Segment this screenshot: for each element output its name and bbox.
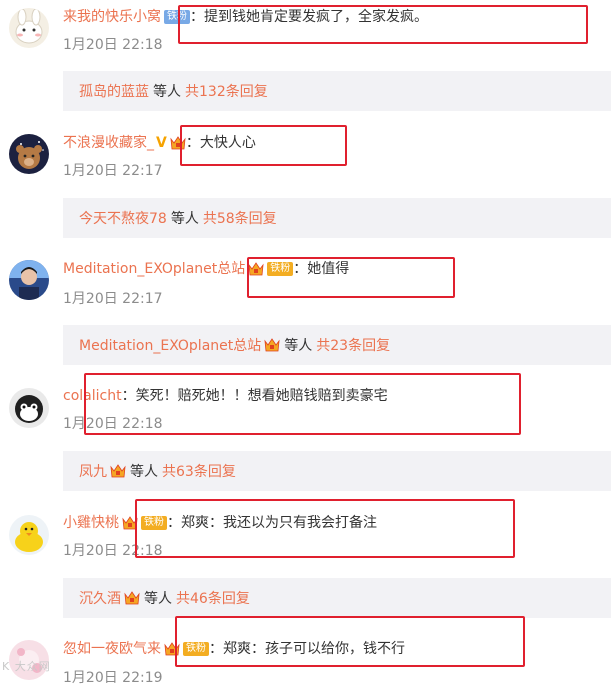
separator: ： xyxy=(185,135,200,151)
fan-badge[interactable]: 铁粉 xyxy=(164,10,190,24)
timestamp: 1月20日 22:19 xyxy=(63,670,163,686)
timestamp: 1月20日 22:17 xyxy=(63,163,163,179)
timestamp: 1月20日 22:17 xyxy=(63,291,163,307)
comment-text: 大快人心 xyxy=(199,135,256,151)
fan-badge[interactable]: 铁粉 xyxy=(183,642,209,656)
crown-medal-icon[interactable] xyxy=(122,515,138,531)
username[interactable]: 来我的快乐小窝 xyxy=(63,7,161,27)
comment-text: 她值得 xyxy=(307,261,350,277)
avatar[interactable] xyxy=(9,515,49,555)
username[interactable]: colalicht xyxy=(63,386,122,406)
crown-medal-icon[interactable] xyxy=(264,337,280,353)
crown-medal-icon[interactable] xyxy=(164,641,180,657)
watermark: K 大众网 xyxy=(2,660,51,673)
reply-user[interactable]: 沉久酒 xyxy=(79,588,121,608)
fan-badge[interactable]: 铁粉 xyxy=(267,262,294,276)
reply-user[interactable]: 今天不熬夜78 xyxy=(79,208,167,228)
reply-etc: 等人 xyxy=(284,338,313,354)
comment-text: 笑死！赔死她！！想看她赔钱赔到卖豪宅 xyxy=(135,388,388,404)
username[interactable]: 小雞快桃 xyxy=(63,513,119,533)
timestamp: 1月20日 22:18 xyxy=(63,37,163,53)
reply-etc: 等人 xyxy=(153,84,181,100)
reply-count-link[interactable]: 共23条回复 xyxy=(316,335,390,355)
vip-v-badge[interactable]: V xyxy=(156,133,167,153)
crown-medal-icon[interactable] xyxy=(110,463,126,479)
separator: ： xyxy=(167,515,181,531)
avatar[interactable] xyxy=(9,8,49,48)
separator: ： xyxy=(190,9,204,25)
comment-text: 郑爽：我还以为只有我会打备注 xyxy=(181,515,377,531)
reply-summary[interactable]: 孤岛的蓝蓝 等人 共132条回复 xyxy=(63,71,611,111)
crown-medal-icon[interactable] xyxy=(170,135,186,151)
crown-medal-icon[interactable] xyxy=(124,590,140,606)
reply-etc: 等人 xyxy=(170,211,199,227)
timestamp: 1月20日 22:18 xyxy=(63,416,163,432)
reply-count-link[interactable]: 共58条回复 xyxy=(203,208,277,228)
reply-user[interactable]: Meditation_EXOplanet总站 xyxy=(79,335,261,355)
separator: ： xyxy=(121,388,136,404)
reply-user[interactable]: 凤九 xyxy=(79,461,107,481)
reply-count-link[interactable]: 共63条回复 xyxy=(162,461,236,481)
reply-summary[interactable]: 凤九 等人 共63条回复 xyxy=(63,451,611,491)
crown-medal-icon[interactable] xyxy=(248,261,264,277)
reply-count-link[interactable]: 共132条回复 xyxy=(185,81,268,101)
reply-summary[interactable]: 沉久酒 等人 共46条回复 xyxy=(63,578,611,618)
reply-count-link[interactable]: 共46条回复 xyxy=(176,588,250,608)
separator: ： xyxy=(293,261,308,277)
username[interactable]: 忽如一夜欧气来 xyxy=(63,639,161,659)
comment-text: 郑爽：孩子可以给你，钱不行 xyxy=(223,641,405,657)
avatar[interactable] xyxy=(9,388,49,428)
reply-etc: 等人 xyxy=(144,591,172,607)
username[interactable]: Meditation_EXOplanet总站 xyxy=(63,259,245,279)
avatar[interactable] xyxy=(9,134,49,174)
reply-summary[interactable]: 今天不熬夜78 等人 共58条回复 xyxy=(63,198,611,238)
reply-summary[interactable]: Meditation_EXOplanet总站 等人 共23条回复 xyxy=(63,325,611,365)
comment-text: 提到钱她肯定要发疯了，全家发疯。 xyxy=(204,9,428,25)
avatar[interactable] xyxy=(9,260,49,300)
reply-etc: 等人 xyxy=(130,464,158,480)
reply-user[interactable]: 孤岛的蓝蓝 xyxy=(79,81,149,101)
fan-badge[interactable]: 铁粉 xyxy=(141,516,167,530)
username[interactable]: 不浪漫收藏家_ xyxy=(63,133,154,153)
separator: ： xyxy=(209,641,223,657)
timestamp: 1月20日 22:18 xyxy=(63,543,163,559)
